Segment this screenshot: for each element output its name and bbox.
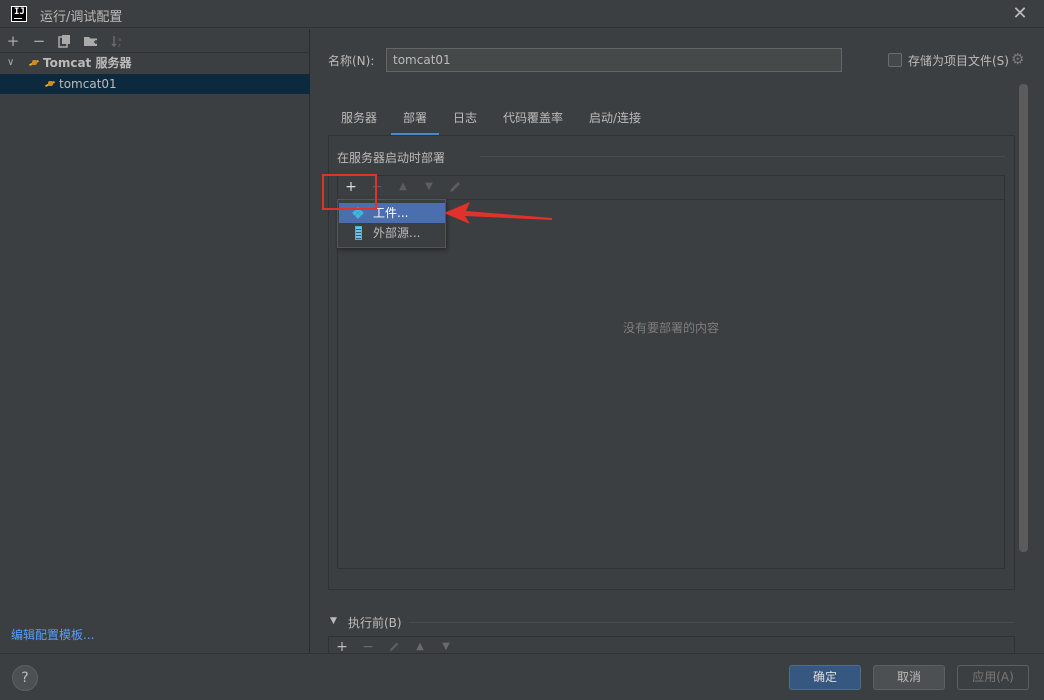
tab-server[interactable]: 服务器 xyxy=(341,110,377,134)
store-as-project-file-label[interactable]: 存储为项目文件(S) xyxy=(908,52,1009,69)
add-icon[interactable]: + xyxy=(3,31,23,51)
name-field[interactable] xyxy=(386,48,842,72)
cancel-button[interactable]: 取消 xyxy=(873,665,945,690)
tree-item-tomcat-server[interactable]: ∨ Tomcat 服务器 xyxy=(0,53,310,73)
store-as-project-file-checkbox[interactable] xyxy=(888,53,902,67)
before-launch-label[interactable]: 执行前(B) xyxy=(348,614,402,631)
vertical-scrollbar[interactable] xyxy=(1019,84,1028,552)
intellij-logo-icon: IJ xyxy=(11,6,27,22)
tab-logs[interactable]: 日志 xyxy=(453,110,477,134)
title-bar xyxy=(0,0,1044,28)
annotation-highlight-box xyxy=(322,174,377,210)
edit-pencil-icon[interactable] xyxy=(446,178,464,196)
logo-text: IJ xyxy=(14,7,25,17)
section-divider xyxy=(409,622,1014,623)
folder-icon[interactable] xyxy=(81,31,101,51)
configuration-tree-panel xyxy=(0,29,310,653)
tab-code-coverage[interactable]: 代码覆盖率 xyxy=(503,110,563,134)
menu-item-external-source[interactable]: 外部源... xyxy=(339,223,445,243)
name-label: 名称(N): xyxy=(328,54,375,68)
empty-deployment-text: 没有要部署的内容 xyxy=(623,321,720,335)
copy-icon[interactable] xyxy=(55,31,75,51)
move-down-icon[interactable]: ▼ xyxy=(420,178,438,196)
deploy-section-title: 在服务器启动时部署 xyxy=(337,151,446,165)
external-source-icon xyxy=(355,226,362,240)
menu-item-label: 外部源... xyxy=(373,226,421,240)
gear-icon[interactable]: ⚙ xyxy=(1011,51,1024,67)
help-button[interactable]: ? xyxy=(12,665,38,691)
close-icon[interactable]: ✕ xyxy=(1010,4,1030,24)
chevron-down-icon[interactable]: ▼ xyxy=(330,616,337,626)
tomcat-icon xyxy=(29,59,40,67)
edit-configuration-templates-link[interactable]: 编辑配置模板... xyxy=(11,626,94,643)
tree-item-label: tomcat01 xyxy=(59,77,117,91)
tab-deployment[interactable]: 部署 xyxy=(390,110,440,136)
chevron-down-icon[interactable]: ∨ xyxy=(7,53,14,73)
menu-item-label: 工件... xyxy=(373,206,409,220)
window-title: 运行/调试配置 xyxy=(40,10,123,25)
tree-item-tomcat01[interactable]: tomcat01 xyxy=(0,74,310,94)
configuration-toolbar: + − az xyxy=(0,29,310,53)
ok-button[interactable]: 确定 xyxy=(789,665,861,690)
move-up-icon[interactable]: ▲ xyxy=(394,178,412,196)
tree-item-label: Tomcat 服务器 xyxy=(43,56,132,70)
apply-button[interactable]: 应用(A) xyxy=(957,665,1029,690)
tab-startup-connection[interactable]: 启动/连接 xyxy=(589,110,641,134)
section-divider xyxy=(480,156,1005,157)
sort-icon[interactable]: az xyxy=(107,31,127,51)
annotation-arrow xyxy=(444,202,552,224)
tomcat-icon xyxy=(45,80,56,88)
svg-text:z: z xyxy=(118,43,121,48)
remove-icon[interactable]: − xyxy=(29,31,49,51)
